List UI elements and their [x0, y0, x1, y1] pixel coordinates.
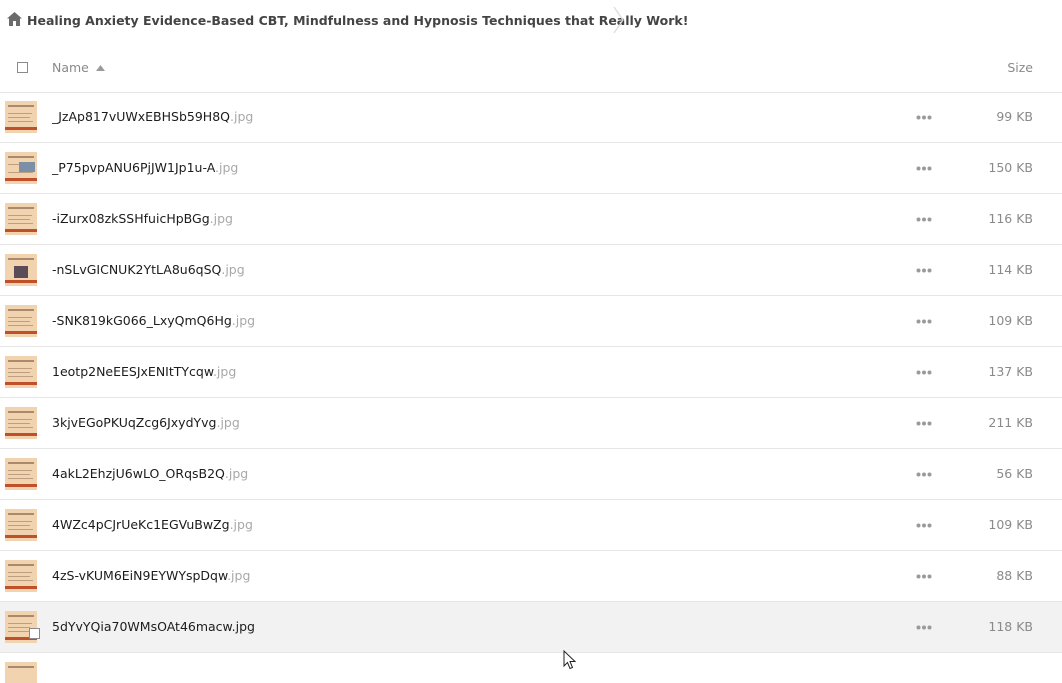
file-row[interactable]: [0, 653, 1062, 683]
file-name[interactable]: _JzAp817vUWxEBHSb59H8Q.jpg: [52, 109, 253, 124]
file-thumbnail[interactable]: [5, 305, 37, 337]
file-row[interactable]: 4akL2EhzjU6wLO_ORqsB2Q.jpg 56 KB: [0, 449, 1062, 500]
file-thumbnail[interactable]: [5, 101, 37, 133]
file-name[interactable]: 5dYvYQia70WMsOAt46macw.jpg: [52, 619, 255, 634]
file-size: 88 KB: [996, 568, 1033, 583]
file-size: 211 KB: [988, 415, 1033, 430]
file-size: 114 KB: [988, 262, 1033, 277]
more-options-icon[interactable]: [916, 268, 932, 273]
more-options-icon[interactable]: [916, 421, 932, 426]
more-options-icon[interactable]: [916, 319, 932, 324]
file-extension: .jpg: [229, 517, 253, 532]
home-icon[interactable]: [7, 12, 22, 26]
file-name[interactable]: 3kjvEGoPKUqZcg6JxydYvg.jpg: [52, 415, 240, 430]
file-size: 56 KB: [996, 466, 1033, 481]
file-name[interactable]: 4zS-vKUM6EiN9EYWYspDqw.jpg: [52, 568, 250, 583]
breadcrumb-folder-title[interactable]: Healing Anxiety Evidence-Based CBT, Mind…: [27, 13, 688, 28]
more-options-icon[interactable]: [916, 472, 932, 477]
file-size: 99 KB: [996, 109, 1033, 124]
file-name[interactable]: 1eotp2NeEESJxENItTYcqw.jpg: [52, 364, 236, 379]
file-extension: .jpg: [230, 109, 254, 124]
file-row[interactable]: 3kjvEGoPKUqZcg6JxydYvg.jpg 211 KB: [0, 398, 1062, 449]
select-all-checkbox[interactable]: [17, 62, 28, 73]
more-options-icon[interactable]: [916, 574, 932, 579]
more-options-icon[interactable]: [916, 115, 932, 120]
file-thumbnail[interactable]: [5, 254, 37, 286]
file-name[interactable]: 4WZc4pCJrUeKc1EGVuBwZg.jpg: [52, 517, 253, 532]
file-row[interactable]: 5dYvYQia70WMsOAt46macw.jpg 118 KB: [0, 602, 1062, 653]
file-extension: .jpg: [231, 313, 256, 328]
file-thumbnail[interactable]: [5, 203, 37, 235]
more-options-icon[interactable]: [916, 370, 932, 375]
file-row[interactable]: 4WZc4pCJrUeKc1EGVuBwZg.jpg 109 KB: [0, 500, 1062, 551]
file-extension: .jpg: [212, 364, 237, 379]
file-size: 109 KB: [988, 313, 1033, 328]
file-extension: .jpg: [224, 466, 249, 481]
file-name[interactable]: -SNK819kG066_LxyQmQ6Hg.jpg: [52, 313, 255, 328]
file-thumbnail[interactable]: [5, 509, 37, 541]
file-size: 109 KB: [988, 517, 1033, 532]
name-column-header[interactable]: Name: [52, 60, 89, 75]
file-size: 137 KB: [988, 364, 1033, 379]
file-size: 116 KB: [988, 211, 1033, 226]
file-name[interactable]: -iZurx08zkSSHfuicHpBGg.jpg: [52, 211, 233, 226]
file-thumbnail[interactable]: [5, 152, 37, 184]
file-row[interactable]: 1eotp2NeEESJxENItTYcqw.jpg 137 KB: [0, 347, 1062, 398]
file-row[interactable]: 4zS-vKUM6EiN9EYWYspDqw.jpg 88 KB: [0, 551, 1062, 602]
file-thumbnail[interactable]: [5, 560, 37, 592]
size-column-header[interactable]: Size: [1007, 60, 1033, 75]
file-thumbnail[interactable]: [5, 458, 37, 490]
file-extension: .jpg: [227, 568, 251, 583]
breadcrumb: Healing Anxiety Evidence-Based CBT, Mind…: [0, 0, 1062, 42]
file-name[interactable]: _P75pvpANU6PjJW1Jp1u-A.jpg: [52, 160, 238, 175]
mouse-cursor-icon: [563, 650, 577, 670]
more-options-icon[interactable]: [916, 523, 932, 528]
file-row[interactable]: _P75pvpANU6PjJW1Jp1u-A.jpg 150 KB: [0, 143, 1062, 194]
file-row[interactable]: -nSLvGICNUK2YtLA8u6qSQ.jpg 114 KB: [0, 245, 1062, 296]
file-name[interactable]: 4akL2EhzjU6wLO_ORqsB2Q.jpg: [52, 466, 248, 481]
file-extension: .jpg: [221, 262, 245, 277]
file-extension: .jpg: [215, 160, 239, 175]
file-extension: .jpg: [231, 619, 255, 634]
file-thumbnail[interactable]: [5, 356, 37, 388]
more-options-icon[interactable]: [916, 166, 932, 171]
breadcrumb-chevron-icon: [613, 6, 624, 34]
more-options-icon[interactable]: [916, 217, 932, 222]
file-extension: .jpg: [209, 211, 233, 226]
file-thumbnail[interactable]: [5, 407, 37, 439]
sort-ascending-icon[interactable]: [96, 65, 105, 71]
file-row[interactable]: _JzAp817vUWxEBHSb59H8Q.jpg 99 KB: [0, 92, 1062, 143]
file-row[interactable]: -iZurx08zkSSHfuicHpBGg.jpg 116 KB: [0, 194, 1062, 245]
row-select-checkbox[interactable]: [29, 628, 40, 639]
more-options-icon[interactable]: [916, 625, 932, 630]
file-name[interactable]: -nSLvGICNUK2YtLA8u6qSQ.jpg: [52, 262, 245, 277]
file-extension: .jpg: [216, 415, 240, 430]
file-size: 150 KB: [988, 160, 1033, 175]
file-row[interactable]: -SNK819kG066_LxyQmQ6Hg.jpg 109 KB: [0, 296, 1062, 347]
file-list-header: Name Size: [0, 42, 1062, 93]
file-size: 118 KB: [988, 619, 1033, 634]
file-thumbnail[interactable]: [5, 662, 37, 683]
